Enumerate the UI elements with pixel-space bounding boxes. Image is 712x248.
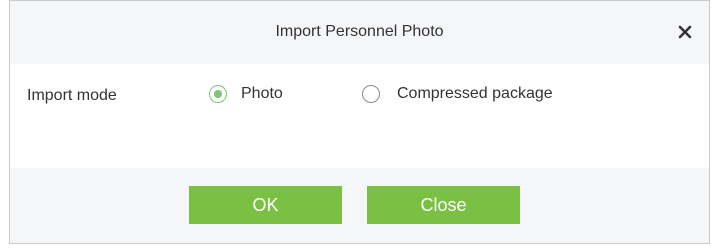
radio-selected-dot — [213, 89, 222, 98]
radio-photo-label[interactable]: Photo — [241, 84, 283, 104]
radio-compressed-package[interactable]: Compressed package — [362, 84, 553, 104]
dialog-body: Import mode Photo Compressed package — [10, 64, 709, 168]
radio-compressed-package-circle[interactable] — [362, 85, 380, 103]
dialog-title: Import Personnel Photo — [275, 23, 444, 40]
import-personnel-photo-dialog: Import Personnel Photo Import mode Photo… — [9, 0, 710, 244]
radio-photo[interactable]: Photo — [209, 84, 283, 104]
radio-photo-circle[interactable] — [209, 85, 227, 103]
import-mode-label: Import mode — [27, 87, 117, 104]
close-button[interactable]: Close — [367, 186, 520, 224]
close-icon[interactable] — [674, 21, 696, 43]
ok-button[interactable]: OK — [189, 186, 342, 224]
dialog-titlebar: Import Personnel Photo — [10, 1, 709, 64]
dialog-footer: OK Close — [10, 168, 709, 243]
radio-compressed-package-label[interactable]: Compressed package — [397, 84, 553, 104]
